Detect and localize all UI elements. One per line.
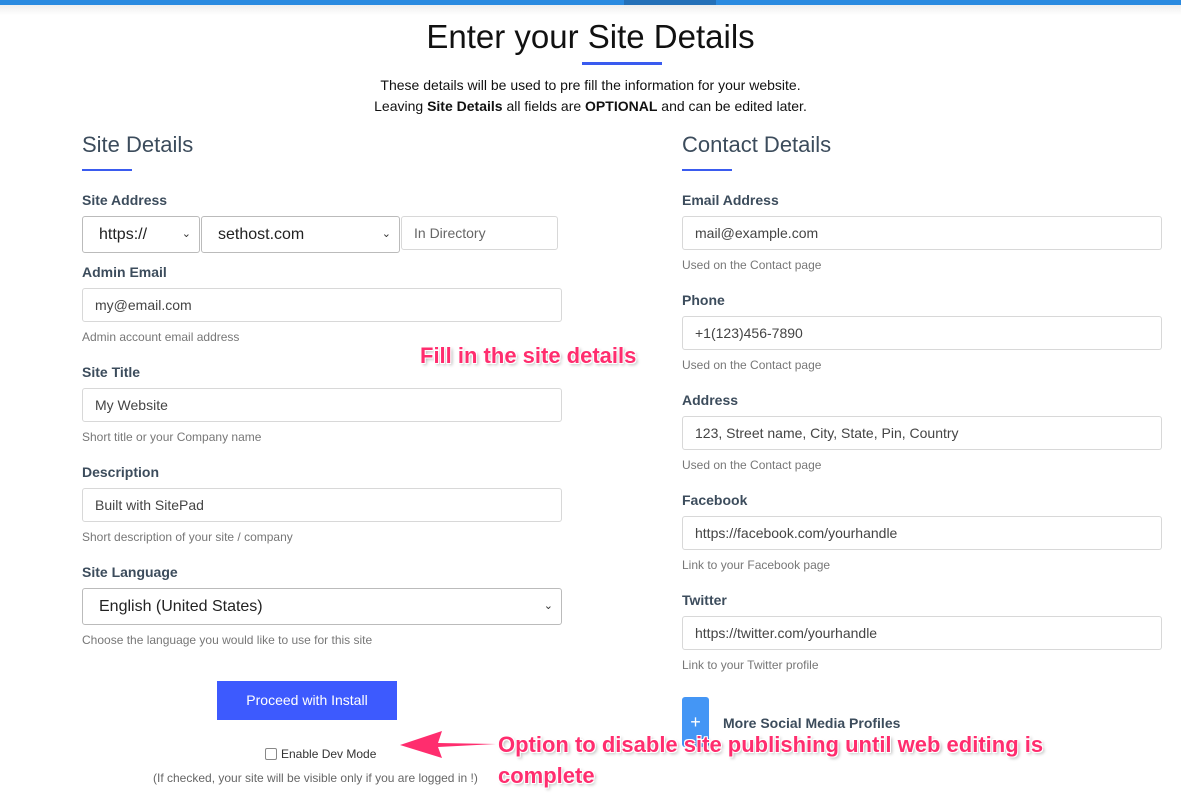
site-address-label: Site Address [82,192,168,208]
address-input[interactable]: 123, Street name, City, State, Pin, Coun… [682,416,1162,450]
dev-mode-option[interactable]: Enable Dev Mode [265,747,376,761]
proceed-install-button[interactable]: Proceed with Install [217,681,397,720]
domain-value: sethost.com [218,226,305,243]
contact-heading-underline [682,169,732,171]
language-value: English (United States) [99,598,263,615]
intro-pre: Leaving [374,98,428,114]
chevron-down-icon: ⌄ [381,228,391,240]
facebook-label: Facebook [682,492,748,508]
description-input[interactable]: Built with SitePad [82,488,562,522]
page-title: Enter your Site Details [426,18,755,55]
dev-mode-checkbox[interactable] [265,748,277,760]
email-input[interactable]: mail@example.com [682,216,1162,250]
domain-select[interactable]: sethost.com ⌄ [201,216,400,253]
phone-input[interactable]: +1(123)456-7890 [682,316,1162,350]
intro-bold1: Site Details [427,98,503,114]
phone-help: Used on the Contact page [682,358,822,372]
site-title-input[interactable]: My Website [82,388,562,422]
site-title-help: Short title or your Company name [82,430,262,444]
annotation-line2: complete [498,763,595,788]
description-help: Short description of your site / company [82,530,293,544]
language-help: Choose the language you would like to us… [82,633,373,647]
chevron-down-icon: ⌄ [181,228,191,240]
annotation-arrow-icon [400,731,496,758]
title-underline [582,62,662,65]
top-shadow [0,5,1181,15]
admin-email-label: Admin Email [82,264,167,280]
directory-input[interactable]: In Directory [401,216,558,250]
twitter-input[interactable]: https://twitter.com/yourhandle [682,616,1162,650]
site-heading-underline [82,169,132,171]
email-label: Email Address [682,192,779,208]
facebook-help: Link to your Facebook page [682,558,831,572]
admin-email-help: Admin account email address [82,330,240,344]
intro-line1: These details will be used to pre fill t… [380,77,801,93]
intro-line2: Leaving Site Details all fields are OPTI… [0,96,1181,117]
intro-post: and can be edited later. [657,98,807,114]
dev-mode-label: Enable Dev Mode [281,747,377,761]
admin-email-input[interactable]: my@email.com [82,288,562,322]
site-language-label: Site Language [82,564,178,580]
intro-text: These details will be used to pre fill t… [0,75,1181,117]
annotation-fill-details: Fill in the site details [420,343,637,368]
twitter-label: Twitter [682,592,727,608]
email-help: Used on the Contact page [682,258,822,272]
dev-mode-help: (If checked, your site will be visible o… [153,771,478,785]
address-label: Address [682,392,739,408]
description-label: Description [82,464,160,480]
facebook-input[interactable]: https://facebook.com/yourhandle [682,516,1162,550]
intro-mid: all fields are [502,98,586,114]
chevron-down-icon: ⌄ [543,600,553,612]
phone-label: Phone [682,292,725,308]
intro-bold2: OPTIONAL [585,98,658,114]
language-select[interactable]: English (United States) ⌄ [82,588,562,625]
site-title-label: Site Title [82,364,141,380]
annotation-dev-mode: Option to disable site publishing until … [498,729,1043,791]
address-help: Used on the Contact page [682,458,822,472]
twitter-help: Link to your Twitter profile [682,658,819,672]
protocol-value: https:// [99,226,148,243]
site-details-heading: Site Details [82,132,194,157]
protocol-select[interactable]: https:// ⌄ [82,216,200,253]
annotation-line1: Option to disable site publishing until … [498,732,1044,757]
contact-details-heading: Contact Details [682,132,832,157]
